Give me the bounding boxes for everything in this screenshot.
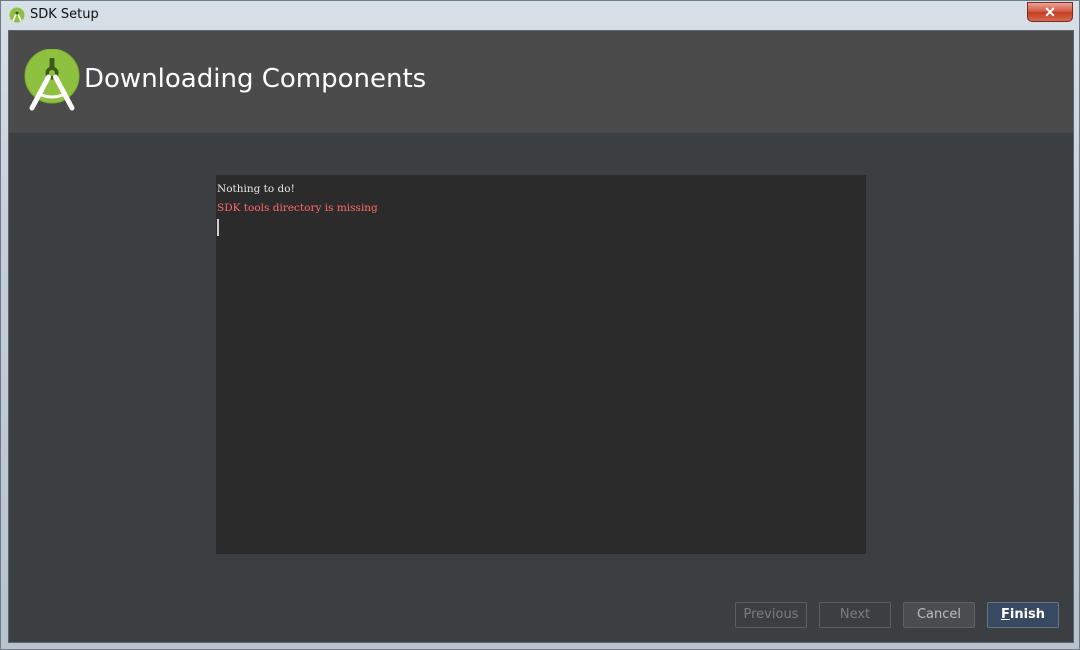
- wizard-content: Downloading Components Nothing to do! SD…: [8, 30, 1074, 643]
- console-line-info: Nothing to do!: [217, 183, 295, 195]
- wizard-header: Downloading Components: [9, 31, 1073, 133]
- window-title: SDK Setup: [30, 7, 99, 22]
- console-output[interactable]: Nothing to do! SDK tools directory is mi…: [216, 175, 866, 554]
- previous-button[interactable]: Previous: [735, 602, 807, 628]
- title-bar[interactable]: SDK Setup ✕: [1, 1, 1079, 29]
- android-studio-icon: [24, 48, 80, 111]
- next-button[interactable]: Next: [819, 602, 891, 628]
- page-title: Downloading Components: [84, 64, 427, 94]
- cancel-button[interactable]: Cancel: [903, 602, 975, 628]
- console-line-error: SDK tools directory is missing: [217, 202, 378, 214]
- sdk-setup-window: SDK Setup ✕ Downloading Components Nothi…: [0, 0, 1080, 650]
- android-studio-small-icon: [9, 7, 25, 23]
- close-button[interactable]: ✕: [1027, 2, 1073, 22]
- text-caret: [217, 219, 219, 236]
- finish-button[interactable]: Finish: [987, 602, 1059, 628]
